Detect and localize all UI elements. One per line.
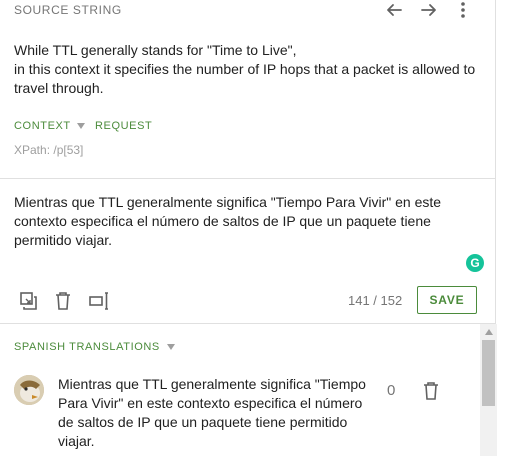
arrow-left-icon[interactable] [383,0,405,20]
save-button[interactable]: SAVE [417,286,477,314]
vote-count: 0 [387,382,396,399]
xpath-text: XPath: /p[53] [14,143,84,157]
source-string-title: SOURCE STRING [14,3,122,17]
context-toggle[interactable]: CONTEXT [14,120,86,132]
delete-icon[interactable] [52,290,74,312]
source-string-text: While TTL generally stands for "Time to … [14,41,484,98]
translation-input[interactable]: Mientras que TTL generalmente significa … [14,193,489,250]
source-line: While TTL generally stands for "Time to … [14,42,297,58]
grammarly-icon[interactable]: G [466,254,484,272]
caret-down-icon [77,123,86,129]
source-line: in this context it specifies the number … [14,61,476,96]
copy-source-icon[interactable] [17,290,39,312]
translations-title: SPANISH TRANSLATIONS [14,341,160,353]
request-link[interactable]: REQUEST [95,120,152,132]
scroll-up-arrow-icon[interactable] [480,326,497,338]
section-divider [0,323,495,324]
scrollbar-thumb[interactable] [482,340,495,406]
spanish-translations-header[interactable]: SPANISH TRANSLATIONS [14,341,175,353]
avatar [14,375,44,405]
special-characters-icon[interactable] [88,290,110,312]
panel-border [495,0,496,324]
context-label: CONTEXT [14,120,71,132]
section-divider [0,178,495,179]
character-counter: 141 / 152 [348,293,403,308]
more-vert-icon[interactable] [452,0,474,20]
translation-suggestion-text[interactable]: Mientras que TTL generalmente significa … [58,375,368,451]
arrow-right-icon[interactable] [418,0,440,20]
caret-down-icon [166,344,175,350]
delete-icon[interactable] [420,380,442,402]
